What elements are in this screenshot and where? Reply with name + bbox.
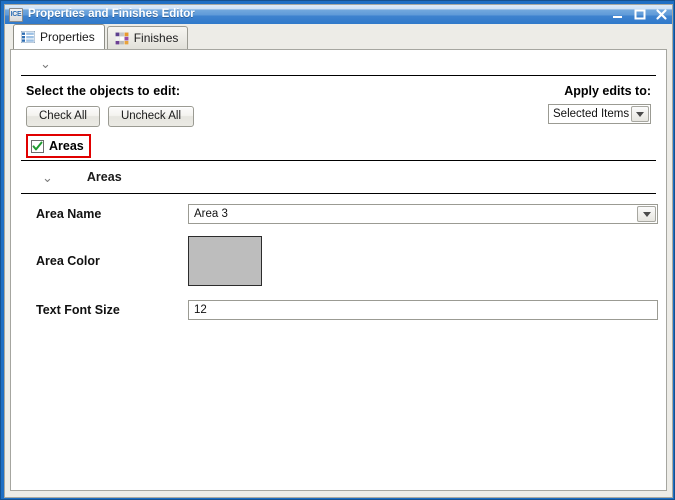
- areas-checkbox-label: Areas: [49, 139, 84, 153]
- text-font-size-input[interactable]: 12: [188, 300, 658, 320]
- areas-checkbox[interactable]: [31, 139, 44, 153]
- tab-properties[interactable]: Properties: [13, 24, 105, 49]
- area-name-value: Area 3: [194, 208, 228, 220]
- tab-finishes-label: Finishes: [133, 31, 179, 45]
- areas-form: Area Name Area 3 Area Color Text Font Si…: [12, 194, 665, 320]
- text-font-size-value: 12: [194, 304, 207, 316]
- text-font-size-row: Text Font Size 12: [12, 300, 665, 320]
- chevron-down-icon[interactable]: [637, 206, 656, 222]
- select-objects-section: Select the objects to edit: Check All Un…: [12, 76, 665, 132]
- area-name-label: Area Name: [36, 207, 102, 221]
- chevron-down-icon[interactable]: ⌄: [42, 171, 53, 184]
- chevron-down-icon[interactable]: ⌄: [40, 57, 51, 70]
- minimize-icon[interactable]: [611, 8, 624, 21]
- window-controls: [611, 5, 668, 24]
- panel-collapse-row[interactable]: ⌄: [12, 51, 665, 75]
- area-color-row: Area Color: [12, 236, 665, 286]
- tab-properties-label: Properties: [40, 30, 95, 44]
- maximize-icon[interactable]: [633, 8, 646, 21]
- area-color-label: Area Color: [36, 254, 100, 268]
- apply-edits-label: Apply edits to:: [564, 84, 651, 98]
- area-name-row: Area Name Area 3: [12, 204, 665, 224]
- apply-edits-dropdown[interactable]: Selected Items: [548, 104, 651, 124]
- application-window: ICE Properties and Finishes Editor Prope…: [0, 0, 675, 500]
- areas-group-header[interactable]: ⌄ Areas: [12, 161, 665, 193]
- area-name-input[interactable]: Area 3: [188, 204, 658, 224]
- tab-finishes[interactable]: Finishes: [106, 26, 189, 49]
- check-all-button[interactable]: Check All: [26, 106, 100, 127]
- list-icon: [21, 31, 35, 43]
- title-bar[interactable]: ICE Properties and Finishes Editor: [5, 5, 672, 24]
- properties-panel: ⌄ Select the objects to edit: Check All …: [10, 49, 667, 491]
- apply-edits-value: Selected Items: [553, 108, 630, 120]
- checkmark-icon: [32, 141, 43, 150]
- area-color-swatch[interactable]: [188, 236, 262, 286]
- window-inner-frame: ICE Properties and Finishes Editor Prope…: [4, 4, 673, 498]
- text-font-size-label: Text Font Size: [36, 303, 120, 317]
- app-icon: ICE: [9, 7, 23, 22]
- window-title: Properties and Finishes Editor: [28, 8, 195, 20]
- tab-bar: Properties Finishes: [5, 24, 672, 49]
- uncheck-all-button[interactable]: Uncheck All: [107, 106, 195, 127]
- properties-scroll-area[interactable]: ⌄ Select the objects to edit: Check All …: [12, 51, 665, 489]
- chevron-down-icon[interactable]: [631, 106, 649, 122]
- color-swatches-icon: [114, 31, 129, 45]
- apply-edits-section: Apply edits to: Selected Items: [548, 84, 651, 124]
- areas-checkbox-row[interactable]: Areas: [12, 132, 665, 160]
- close-icon[interactable]: [655, 8, 668, 21]
- areas-group-title: Areas: [86, 170, 122, 184]
